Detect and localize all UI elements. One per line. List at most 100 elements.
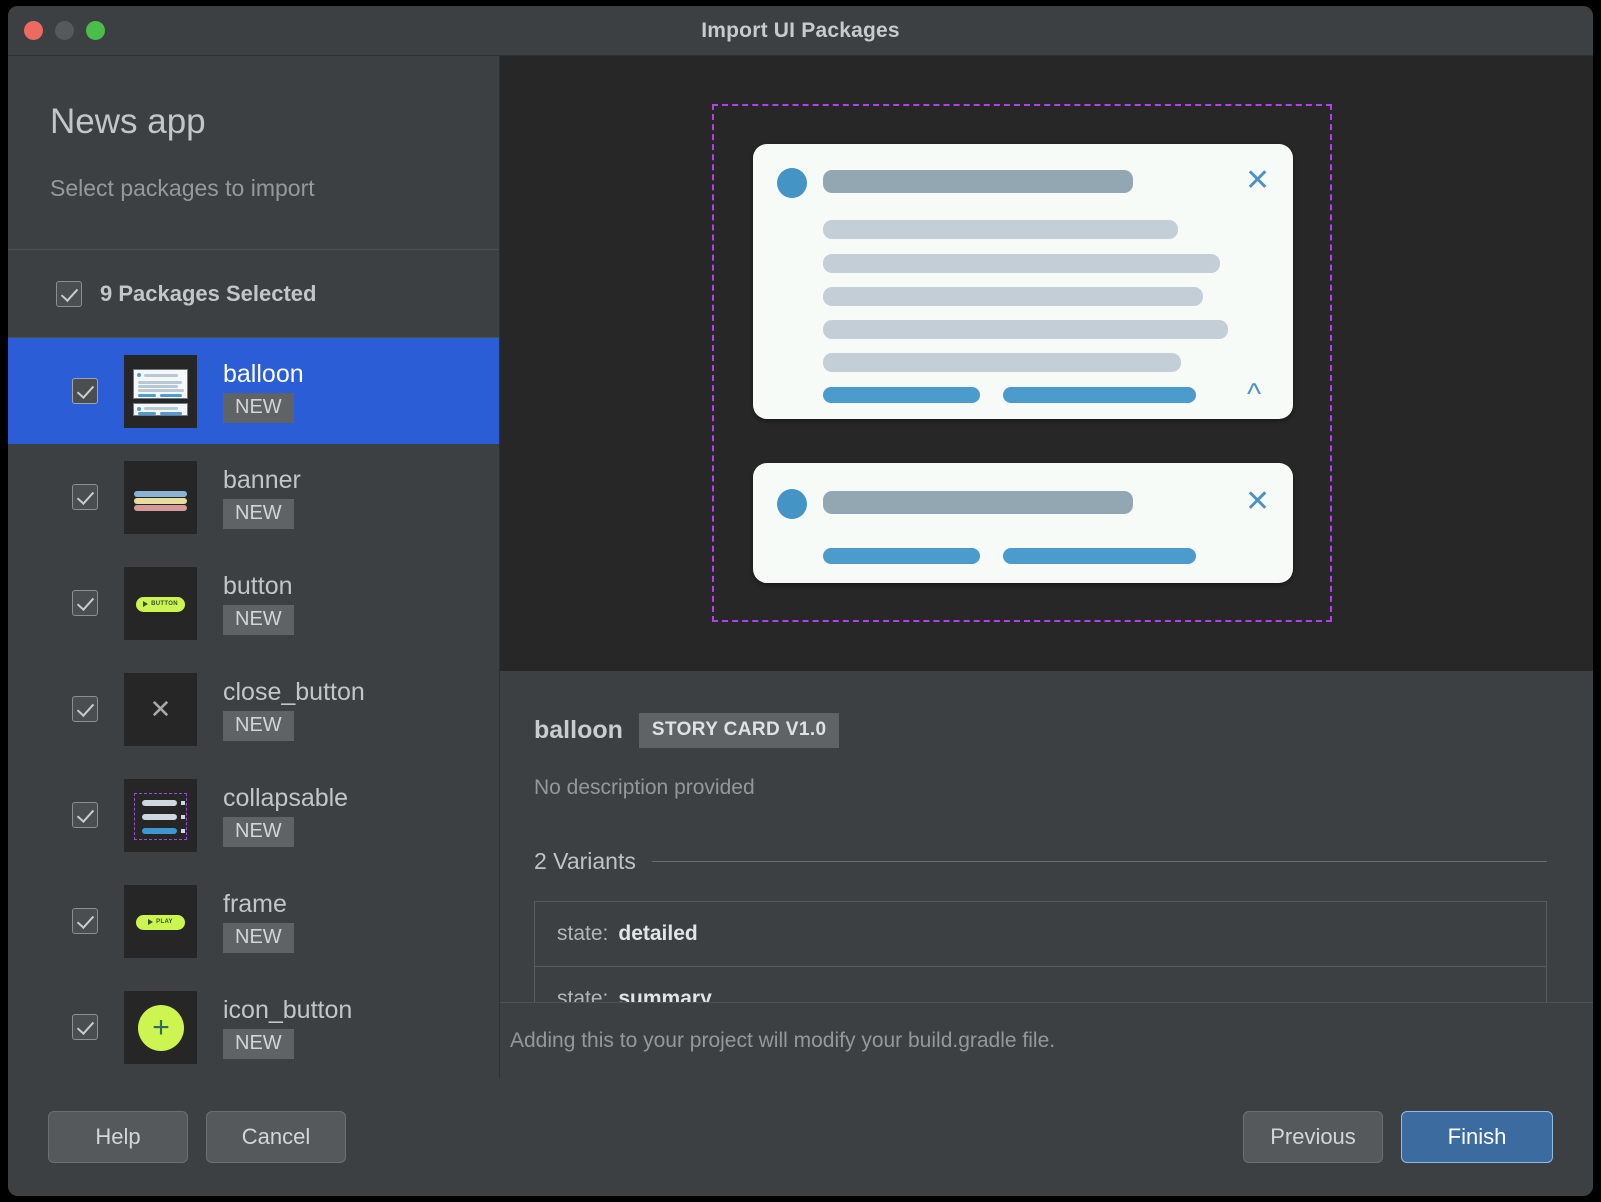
package-name-banner: banner	[223, 465, 301, 494]
avatar	[777, 489, 807, 519]
package-badge-button: NEW	[223, 604, 294, 635]
action-placeholder-primary	[823, 387, 980, 403]
package-name-icon-button: icon_button	[223, 995, 353, 1024]
variant-key: state:	[557, 987, 609, 1002]
package-row-balloon[interactable]: balloon NEW	[8, 338, 499, 444]
import-ui-packages-window: Import UI Packages News app Select packa…	[8, 6, 1593, 1196]
sidebar-subtitle: Select packages to import	[50, 175, 315, 201]
play-icon	[148, 919, 154, 925]
icon-thumb: +	[124, 990, 197, 1064]
variants-count-label: 2 Variants	[534, 848, 636, 874]
package-row-button[interactable]: BUTTON button NEW	[8, 550, 499, 656]
package-row-icon-button[interactable]: + icon_button NEW	[8, 974, 499, 1078]
package-badge-close-button: NEW	[223, 710, 294, 741]
button-thumb: BUTTON	[124, 566, 197, 640]
close-icon: ✕	[1245, 164, 1271, 197]
finish-button[interactable]: Finish	[1401, 1111, 1553, 1163]
variant-key: state:	[557, 922, 609, 945]
package-badge-icon-button: NEW	[223, 1028, 294, 1059]
build-gradle-note: Adding this to your project will modify …	[500, 1002, 1593, 1078]
package-row-banner[interactable]: banner NEW	[8, 444, 499, 550]
package-badge-collapsable: NEW	[223, 816, 294, 847]
component-version-badge: STORY CARD V1.0	[638, 713, 840, 748]
banner-thumb	[124, 460, 197, 534]
close-thumb: ✕	[124, 672, 197, 746]
package-meta-button: button NEW	[223, 572, 294, 635]
text-placeholder	[823, 220, 1178, 239]
action-placeholder-secondary	[1003, 387, 1196, 403]
package-badge-frame: NEW	[223, 922, 294, 953]
package-checkbox-frame[interactable]	[72, 908, 98, 934]
frame-thumb-label: PLAY	[156, 919, 173, 925]
component-name: balloon	[534, 716, 623, 744]
divider	[651, 861, 1547, 862]
select-all-row[interactable]: 9 Packages Selected	[8, 250, 499, 338]
close-icon: ✕	[1245, 485, 1271, 518]
variant-value: detailed	[618, 922, 698, 945]
package-row-frame[interactable]: PLAY frame NEW	[8, 868, 499, 974]
text-placeholder	[823, 320, 1228, 339]
collapse-icon: ^	[1247, 378, 1262, 411]
collapsable-thumb	[124, 778, 197, 852]
package-name-frame: frame	[223, 889, 287, 918]
package-checkbox-collapsable[interactable]	[72, 802, 98, 828]
package-checkbox-icon-button[interactable]	[72, 1014, 98, 1040]
package-name-close-button: close_button	[223, 677, 365, 706]
previous-button[interactable]: Previous	[1243, 1111, 1383, 1163]
variants-header: 2 Variants	[534, 848, 1547, 875]
package-name-collapsable: collapsable	[223, 783, 349, 812]
sidebar-header: News app Select packages to import	[8, 56, 499, 250]
select-all-checkbox[interactable]	[56, 280, 82, 307]
title-bar: Import UI Packages	[8, 6, 1593, 56]
packages-sidebar: News app Select packages to import 9 Pac…	[8, 56, 500, 1078]
package-meta-collapsable: collapsable NEW	[223, 784, 348, 847]
selection-summary-label: 9 Packages Selected	[100, 280, 317, 306]
title-placeholder	[823, 170, 1133, 193]
package-meta-banner: banner NEW	[223, 466, 301, 529]
package-name-balloon: balloon	[223, 359, 304, 388]
text-placeholder	[823, 254, 1220, 273]
variants-table: state: detailed state: summary	[534, 901, 1547, 1002]
play-icon	[143, 601, 149, 607]
component-details: balloon STORY CARD V1.0 No description p…	[500, 671, 1593, 1002]
package-list[interactable]: balloon NEW banner NEW BUTTON button NEW…	[8, 338, 499, 1078]
window-title: Import UI Packages	[701, 18, 900, 42]
preview-card-detailed: ✕ ^	[753, 144, 1293, 419]
table-row[interactable]: state: summary	[535, 967, 1546, 1002]
package-meta-frame: frame NEW	[223, 890, 294, 953]
package-checkbox-banner[interactable]	[72, 484, 98, 510]
package-name-button: button	[223, 571, 293, 600]
detail-pane: ✕ ^ ✕ balloon STORY CARD V1.0 No descrip…	[500, 56, 1593, 1078]
text-placeholder	[823, 287, 1203, 306]
button-thumb-label: BUTTON	[151, 601, 178, 607]
variant-value: summary	[618, 987, 712, 1002]
component-preview: ✕ ^ ✕	[500, 56, 1593, 671]
plus-icon: +	[138, 1004, 184, 1051]
package-badge-banner: NEW	[223, 498, 294, 529]
details-header: balloon STORY CARD V1.0	[534, 713, 1547, 748]
title-placeholder	[823, 491, 1133, 514]
package-meta-balloon: balloon NEW	[223, 360, 304, 423]
close-icon: ✕	[149, 693, 172, 724]
package-checkbox-button[interactable]	[72, 590, 98, 616]
balloon-thumb	[124, 354, 197, 428]
app-title: News app	[50, 102, 206, 141]
cancel-button[interactable]: Cancel	[206, 1111, 346, 1163]
dialog-footer: Help Cancel Previous Finish	[8, 1078, 1593, 1196]
window-body: News app Select packages to import 9 Pac…	[8, 56, 1593, 1078]
avatar	[777, 168, 807, 198]
component-description: No description provided	[534, 776, 755, 799]
preview-card-summary: ✕	[753, 463, 1293, 583]
help-button[interactable]: Help	[48, 1111, 188, 1163]
package-checkbox-close-button[interactable]	[72, 696, 98, 722]
package-meta-icon-button: icon_button NEW	[223, 996, 352, 1059]
text-placeholder	[823, 353, 1181, 372]
frame-thumb: PLAY	[124, 884, 197, 958]
package-meta-close-button: close_button NEW	[223, 678, 365, 741]
package-badge-balloon: NEW	[223, 392, 294, 423]
action-placeholder-primary	[823, 548, 980, 564]
table-row[interactable]: state: detailed	[535, 902, 1546, 967]
package-row-collapsable[interactable]: collapsable NEW	[8, 762, 499, 868]
package-row-close-button[interactable]: ✕ close_button NEW	[8, 656, 499, 762]
package-checkbox-balloon[interactable]	[72, 378, 98, 404]
